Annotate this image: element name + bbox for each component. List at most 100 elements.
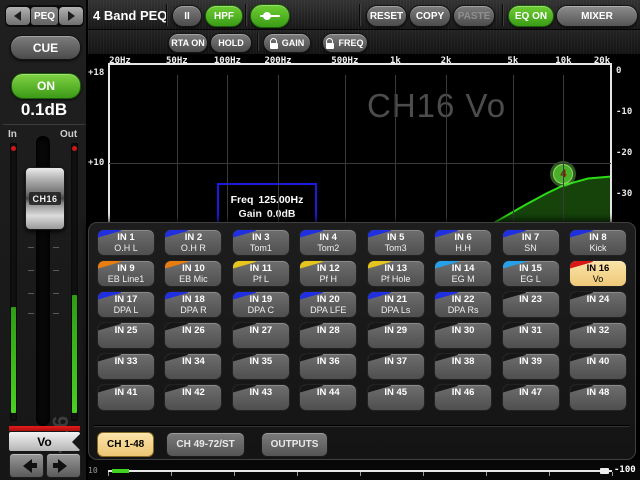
channel-button-in6[interactable]: IN 6H.H bbox=[434, 229, 492, 256]
channel-button-in1[interactable]: IN 1O.H L bbox=[97, 229, 155, 256]
meter-track bbox=[108, 470, 612, 478]
channel-button-in34[interactable]: IN 34 bbox=[164, 353, 222, 380]
channel-label: Tom2 bbox=[317, 243, 339, 253]
toolbar-main: 4 Band PEQ II HPF RESET COPY PASTE EQ ON… bbox=[88, 0, 640, 30]
freq-tick-label: 500Hz bbox=[331, 56, 358, 66]
peq-prev-button[interactable] bbox=[6, 7, 30, 25]
channel-button-in33[interactable]: IN 33 bbox=[97, 353, 155, 380]
rta-tick-label: -30 bbox=[616, 189, 632, 199]
channel-button-in42[interactable]: IN 42 bbox=[164, 384, 222, 411]
hold-button[interactable]: HOLD bbox=[210, 33, 252, 53]
prev-channel-button[interactable] bbox=[9, 453, 44, 478]
mixer-button[interactable]: MIXER bbox=[556, 5, 638, 27]
channel-id: IN 11 bbox=[250, 263, 272, 274]
tab-ch-1-48[interactable]: CH 1-48 bbox=[97, 432, 154, 457]
eq-on-button[interactable]: EQ ON bbox=[508, 5, 554, 27]
meter-knob[interactable] bbox=[600, 468, 609, 474]
channel-button-in48[interactable]: IN 48 bbox=[569, 384, 627, 411]
reset-button[interactable]: RESET bbox=[366, 5, 407, 27]
channel-button-in38[interactable]: IN 38 bbox=[434, 353, 492, 380]
freq-tick-label: 200Hz bbox=[264, 56, 291, 66]
channel-label: Pf H bbox=[320, 274, 338, 284]
channel-button-in17[interactable]: IN 17DPA L bbox=[97, 291, 155, 318]
channel-button-in13[interactable]: IN 13Pf Hole bbox=[367, 260, 425, 287]
channel-button-in44[interactable]: IN 44 bbox=[299, 384, 357, 411]
channel-button-in39[interactable]: IN 39 bbox=[502, 353, 560, 380]
channel-strip-sidebar: PEQ CUE ON 0.1dB In Out CH16 CH16 Vo bbox=[0, 0, 88, 480]
channel-button-in24[interactable]: IN 24 bbox=[569, 291, 627, 318]
channel-on-button[interactable]: ON bbox=[11, 73, 81, 99]
left-arrow-icon bbox=[9, 11, 21, 21]
eq-type-button[interactable]: II bbox=[172, 5, 202, 27]
channel-button-in19[interactable]: IN 19DPA C bbox=[232, 291, 290, 318]
next-channel-button[interactable] bbox=[46, 453, 81, 478]
channel-button-in12[interactable]: IN 12Pf H bbox=[299, 260, 357, 287]
channel-id: IN 6 bbox=[454, 232, 471, 243]
channel-button-in5[interactable]: IN 5Tom3 bbox=[367, 229, 425, 256]
channel-button-in25[interactable]: IN 25 bbox=[97, 322, 155, 349]
channel-id: IN 24 bbox=[587, 294, 610, 305]
channel-button-in21[interactable]: IN 21DPA Ls bbox=[367, 291, 425, 318]
channel-id: IN 3 bbox=[252, 232, 269, 243]
copy-button[interactable]: COPY bbox=[409, 5, 451, 27]
channel-name-plate[interactable]: Vo bbox=[9, 432, 80, 451]
channel-button-in46[interactable]: IN 46 bbox=[434, 384, 492, 411]
channel-button-in41[interactable]: IN 41 bbox=[97, 384, 155, 411]
channel-button-in27[interactable]: IN 27 bbox=[232, 322, 290, 349]
channel-button-in16[interactable]: IN 16Vo bbox=[569, 260, 627, 287]
channel-button-in10[interactable]: IN 10EB Mic bbox=[164, 260, 222, 287]
channel-id: IN 36 bbox=[317, 356, 340, 367]
channel-button-in20[interactable]: IN 20DPA LFE bbox=[299, 291, 357, 318]
cue-button[interactable]: CUE bbox=[10, 35, 81, 60]
channel-id: IN 30 bbox=[452, 325, 475, 336]
channel-button-in9[interactable]: IN 9EB Line1 bbox=[97, 260, 155, 287]
channel-id: IN 27 bbox=[249, 325, 272, 336]
channel-select-panel: IN 1O.H L IN 2O.H R IN 3Tom1 IN 4Tom2 IN 5To… bbox=[88, 222, 636, 460]
channel-button-in30[interactable]: IN 30 bbox=[434, 322, 492, 349]
freq-tick-label: 20k bbox=[594, 56, 610, 66]
freq-tick-label: 10k bbox=[555, 56, 571, 66]
channel-button-in2[interactable]: IN 2O.H R bbox=[164, 229, 222, 256]
paste-button[interactable]: PASTE bbox=[453, 5, 495, 27]
freq-label: Freq bbox=[231, 194, 254, 206]
channel-label: DPA R bbox=[180, 305, 206, 315]
channel-button-in29[interactable]: IN 29 bbox=[367, 322, 425, 349]
channel-button-in37[interactable]: IN 37 bbox=[367, 353, 425, 380]
channel-button-in43[interactable]: IN 43 bbox=[232, 384, 290, 411]
hpf-button[interactable]: HPF bbox=[205, 5, 243, 27]
channel-button-in7[interactable]: IN 7SN bbox=[502, 229, 560, 256]
channel-button-in40[interactable]: IN 40 bbox=[569, 353, 627, 380]
peq-next-button[interactable] bbox=[59, 7, 83, 25]
tab-outputs[interactable]: OUTPUTS bbox=[261, 432, 329, 457]
channel-button-in28[interactable]: IN 28 bbox=[299, 322, 357, 349]
channel-button-in23[interactable]: IN 23 bbox=[502, 291, 560, 318]
channel-button-in26[interactable]: IN 26 bbox=[164, 322, 222, 349]
peq-nav-group: PEQ bbox=[5, 5, 84, 27]
channel-button-in18[interactable]: IN 18DPA R bbox=[164, 291, 222, 318]
channel-button-in14[interactable]: IN 14EG M bbox=[434, 260, 492, 287]
channel-button-in4[interactable]: IN 4Tom2 bbox=[299, 229, 357, 256]
fader-knob[interactable]: CH16 bbox=[25, 167, 65, 230]
meter-scale-tick bbox=[612, 472, 613, 476]
channel-button-in8[interactable]: IN 8Kick bbox=[569, 229, 627, 256]
channel-button-in36[interactable]: IN 36 bbox=[299, 353, 357, 380]
channel-button-in31[interactable]: IN 31 bbox=[502, 322, 560, 349]
meter-scale-tick bbox=[360, 472, 361, 476]
channel-button-in11[interactable]: IN 11Pf L bbox=[232, 260, 290, 287]
gain-lock-button[interactable]: GAIN bbox=[263, 33, 311, 53]
channel-id: IN 7 bbox=[522, 232, 539, 243]
channel-button-in32[interactable]: IN 32 bbox=[569, 322, 627, 349]
one-knob-eq-button[interactable] bbox=[250, 4, 290, 28]
rta-on-button[interactable]: RTA ON bbox=[168, 33, 208, 53]
peq-nav-label: PEQ bbox=[31, 7, 58, 25]
channel-button-in47[interactable]: IN 47 bbox=[502, 384, 560, 411]
channel-button-in45[interactable]: IN 45 bbox=[367, 384, 425, 411]
freq-lock-button[interactable]: FREQ bbox=[322, 33, 368, 53]
channel-button-in35[interactable]: IN 35 bbox=[232, 353, 290, 380]
channel-label: Tom3 bbox=[385, 243, 407, 253]
tab-ch-49-72-st[interactable]: CH 49-72/ST bbox=[166, 432, 244, 457]
channel-button-in3[interactable]: IN 3Tom1 bbox=[232, 229, 290, 256]
channel-id: IN 16 bbox=[587, 263, 610, 274]
channel-button-in15[interactable]: IN 15EG L bbox=[502, 260, 560, 287]
channel-button-in22[interactable]: IN 22DPA Rs bbox=[434, 291, 492, 318]
